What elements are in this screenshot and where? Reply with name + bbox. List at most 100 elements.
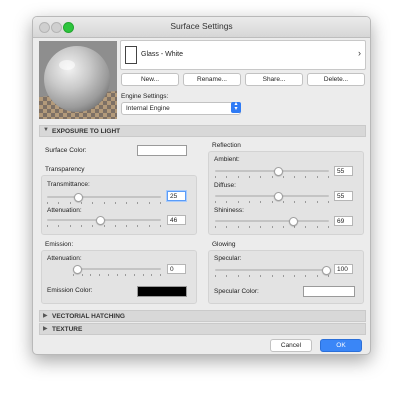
slider-tick bbox=[58, 225, 59, 227]
slider-tick bbox=[260, 201, 261, 203]
slider-tick bbox=[125, 274, 126, 276]
cancel-button[interactable]: Cancel bbox=[270, 339, 312, 352]
emission-attenuation-slider[interactable] bbox=[73, 265, 161, 276]
slider-ticks bbox=[47, 202, 161, 205]
slider-knob[interactable] bbox=[273, 167, 283, 176]
slider-tick bbox=[305, 176, 306, 178]
slider-tick bbox=[160, 274, 161, 276]
slider-tick bbox=[81, 202, 82, 204]
section-exposure-to-light[interactable]: ▼ EXPOSURE TO LIGHT bbox=[39, 125, 366, 137]
slider-tick bbox=[73, 274, 74, 276]
surface-color-label: Surface Color: bbox=[45, 147, 87, 154]
specular-color-label: Specular Color: bbox=[214, 288, 259, 295]
emission-attenuation-input[interactable]: 0 bbox=[167, 264, 186, 274]
slider-tick bbox=[104, 202, 105, 204]
slider-tick bbox=[117, 274, 118, 276]
section-hatching-title: VECTORIAL HATCHING bbox=[52, 312, 125, 320]
specular-slider[interactable] bbox=[215, 266, 331, 277]
transmittance-input[interactable]: 25 bbox=[167, 191, 186, 201]
ok-button[interactable]: OK bbox=[320, 339, 362, 352]
shininess-slider[interactable] bbox=[215, 217, 329, 228]
slider-tick bbox=[143, 274, 144, 276]
slider-tick bbox=[215, 275, 216, 277]
slider-tick bbox=[317, 275, 318, 277]
surface-color-swatch[interactable] bbox=[137, 145, 187, 156]
rename-button[interactable]: Rename... bbox=[183, 73, 241, 86]
slider-tick bbox=[249, 176, 250, 178]
slider-knob[interactable] bbox=[73, 265, 82, 274]
slider-knob[interactable] bbox=[288, 217, 298, 226]
emission-color-swatch[interactable] bbox=[137, 286, 187, 297]
new-button[interactable]: New... bbox=[121, 73, 179, 86]
slider-ticks bbox=[73, 274, 161, 277]
slider-ticks bbox=[215, 176, 329, 179]
transparency-attenuation-input[interactable]: 46 bbox=[167, 215, 186, 225]
slider-tick bbox=[104, 225, 105, 227]
surface-settings-window: Surface Settings Glass - White › New... … bbox=[32, 16, 371, 355]
delete-button[interactable]: Delete... bbox=[307, 73, 365, 86]
slider-knob[interactable] bbox=[273, 192, 283, 201]
slider-ticks bbox=[47, 225, 161, 228]
slider-ticks bbox=[215, 226, 329, 229]
ambient-input[interactable]: 55 bbox=[334, 166, 353, 176]
slider-tick bbox=[58, 202, 59, 204]
slider-tick bbox=[283, 176, 284, 178]
updown-arrows-icon: ▴ ▾ bbox=[231, 101, 241, 113]
slider-tick bbox=[238, 201, 239, 203]
transparency-title: Transparency bbox=[45, 166, 85, 173]
transmittance-label: Transmittance: bbox=[47, 181, 90, 188]
specular-color-swatch[interactable] bbox=[303, 286, 355, 297]
emission-color-label: Emission Color: bbox=[47, 287, 93, 294]
diffuse-label: Diffuse: bbox=[214, 182, 236, 189]
transmittance-slider[interactable] bbox=[47, 193, 161, 204]
slider-tick bbox=[137, 202, 138, 204]
slider-tick bbox=[81, 225, 82, 227]
slider-tick bbox=[283, 275, 284, 277]
engine-select[interactable]: Internal Engine ▴ ▾ bbox=[121, 101, 241, 115]
ambient-slider[interactable] bbox=[215, 167, 329, 178]
slider-tick bbox=[317, 226, 318, 228]
engine-settings-label: Engine Settings: bbox=[121, 93, 169, 100]
emission-attenuation-label: Attenuation: bbox=[47, 255, 82, 262]
slider-tick bbox=[215, 176, 216, 178]
slider-knob[interactable] bbox=[73, 193, 83, 202]
slider-tick bbox=[149, 225, 150, 227]
section-vectorial-hatching[interactable]: ▶ VECTORIAL HATCHING bbox=[39, 310, 366, 322]
section-texture[interactable]: ▶ TEXTURE bbox=[39, 323, 366, 335]
slider-tick bbox=[249, 201, 250, 203]
slider-tick bbox=[328, 226, 329, 228]
slider-knob[interactable] bbox=[322, 266, 331, 275]
disclosure-collapsed-icon: ▶ bbox=[43, 313, 48, 319]
engine-select-value: Internal Engine bbox=[126, 105, 170, 112]
slider-tick bbox=[305, 275, 306, 277]
material-selector[interactable]: Glass - White › bbox=[120, 40, 366, 70]
diffuse-slider[interactable] bbox=[215, 192, 329, 203]
title-bar: Surface Settings bbox=[33, 17, 370, 38]
slider-tick bbox=[272, 226, 273, 228]
slider-tick bbox=[249, 226, 250, 228]
slider-tick bbox=[238, 275, 239, 277]
slider-tick bbox=[82, 274, 83, 276]
disclosure-expanded-icon: ▼ bbox=[43, 127, 49, 133]
disclosure-collapsed-icon: ▶ bbox=[43, 326, 48, 332]
slider-tick bbox=[283, 201, 284, 203]
diffuse-input[interactable]: 55 bbox=[334, 191, 353, 201]
slider-tick bbox=[249, 275, 250, 277]
slider-tick bbox=[215, 201, 216, 203]
share-button[interactable]: Share... bbox=[245, 73, 303, 86]
slider-tick bbox=[47, 202, 48, 204]
slider-tick bbox=[283, 226, 284, 228]
shininess-input[interactable]: 69 bbox=[334, 216, 353, 226]
slider-tick bbox=[272, 275, 273, 277]
slider-tick bbox=[215, 226, 216, 228]
slider-tick bbox=[305, 201, 306, 203]
slider-tick bbox=[126, 225, 127, 227]
section-texture-title: TEXTURE bbox=[52, 325, 83, 333]
slider-tick bbox=[226, 201, 227, 203]
slider-tick bbox=[272, 201, 273, 203]
slider-tick bbox=[160, 202, 161, 204]
transparency-attenuation-slider[interactable] bbox=[47, 216, 161, 227]
chevron-right-icon: › bbox=[358, 48, 361, 58]
specular-input[interactable]: 100 bbox=[334, 264, 353, 274]
reflection-title: Reflection bbox=[212, 142, 241, 149]
